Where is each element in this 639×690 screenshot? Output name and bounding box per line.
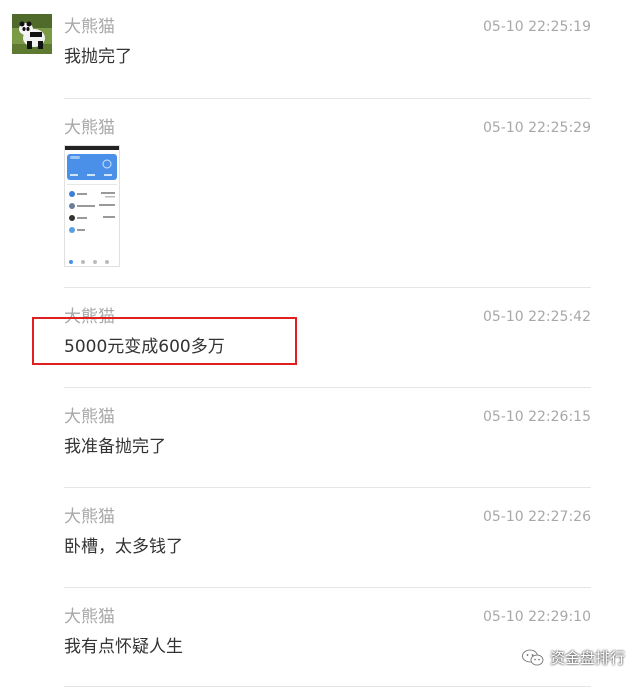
message-item: 大熊猫 05-10 22:27:26 卧槽，太多钱了 bbox=[64, 506, 591, 566]
sender-name: 大熊猫 bbox=[64, 407, 115, 427]
watermark-text: 资金盘排行 bbox=[549, 649, 625, 667]
message-time: 05-10 22:25:19 bbox=[482, 19, 591, 35]
message-item: 大熊猫 05-10 22:29:10 我有点怀疑人生 bbox=[64, 606, 591, 666]
sender-name: 大熊猫 bbox=[64, 17, 115, 37]
watermark: 资金盘排行 bbox=[522, 647, 625, 668]
message-text: 我准备抛完了 bbox=[64, 437, 166, 457]
message-time: 05-10 22:25:42 bbox=[482, 309, 591, 325]
sender-name: 大熊猫 bbox=[64, 607, 115, 627]
divider bbox=[64, 686, 591, 687]
message-time: 05-10 22:29:10 bbox=[482, 609, 591, 625]
message-item: 大熊猫 05-10 22:25:29 bbox=[64, 117, 591, 272]
message-item: 大熊猫 05-10 22:25:19 我抛完了 bbox=[64, 16, 591, 76]
divider bbox=[64, 487, 591, 488]
message-text: 卧槽，太多钱了 bbox=[64, 537, 183, 557]
avatar[interactable] bbox=[12, 14, 52, 54]
divider bbox=[64, 387, 591, 388]
divider bbox=[64, 287, 591, 288]
sender-name: 大熊猫 bbox=[64, 118, 115, 138]
message-text: 我抛完了 bbox=[64, 47, 132, 67]
highlight-box bbox=[32, 317, 297, 365]
wallet-screenshot-icon bbox=[65, 146, 119, 264]
message-item: 大熊猫 05-10 22:26:15 我准备抛完了 bbox=[64, 406, 591, 466]
message-time: 05-10 22:27:26 bbox=[482, 509, 591, 525]
sender-name: 大熊猫 bbox=[64, 507, 115, 527]
message-time: 05-10 22:26:15 bbox=[482, 409, 591, 425]
message-image[interactable] bbox=[64, 145, 120, 267]
message-text: 我有点怀疑人生 bbox=[64, 637, 183, 657]
panda-avatar-icon bbox=[12, 14, 52, 54]
divider bbox=[64, 98, 591, 99]
message-time: 05-10 22:25:29 bbox=[482, 120, 591, 136]
divider bbox=[64, 587, 591, 588]
wechat-icon bbox=[522, 649, 544, 665]
